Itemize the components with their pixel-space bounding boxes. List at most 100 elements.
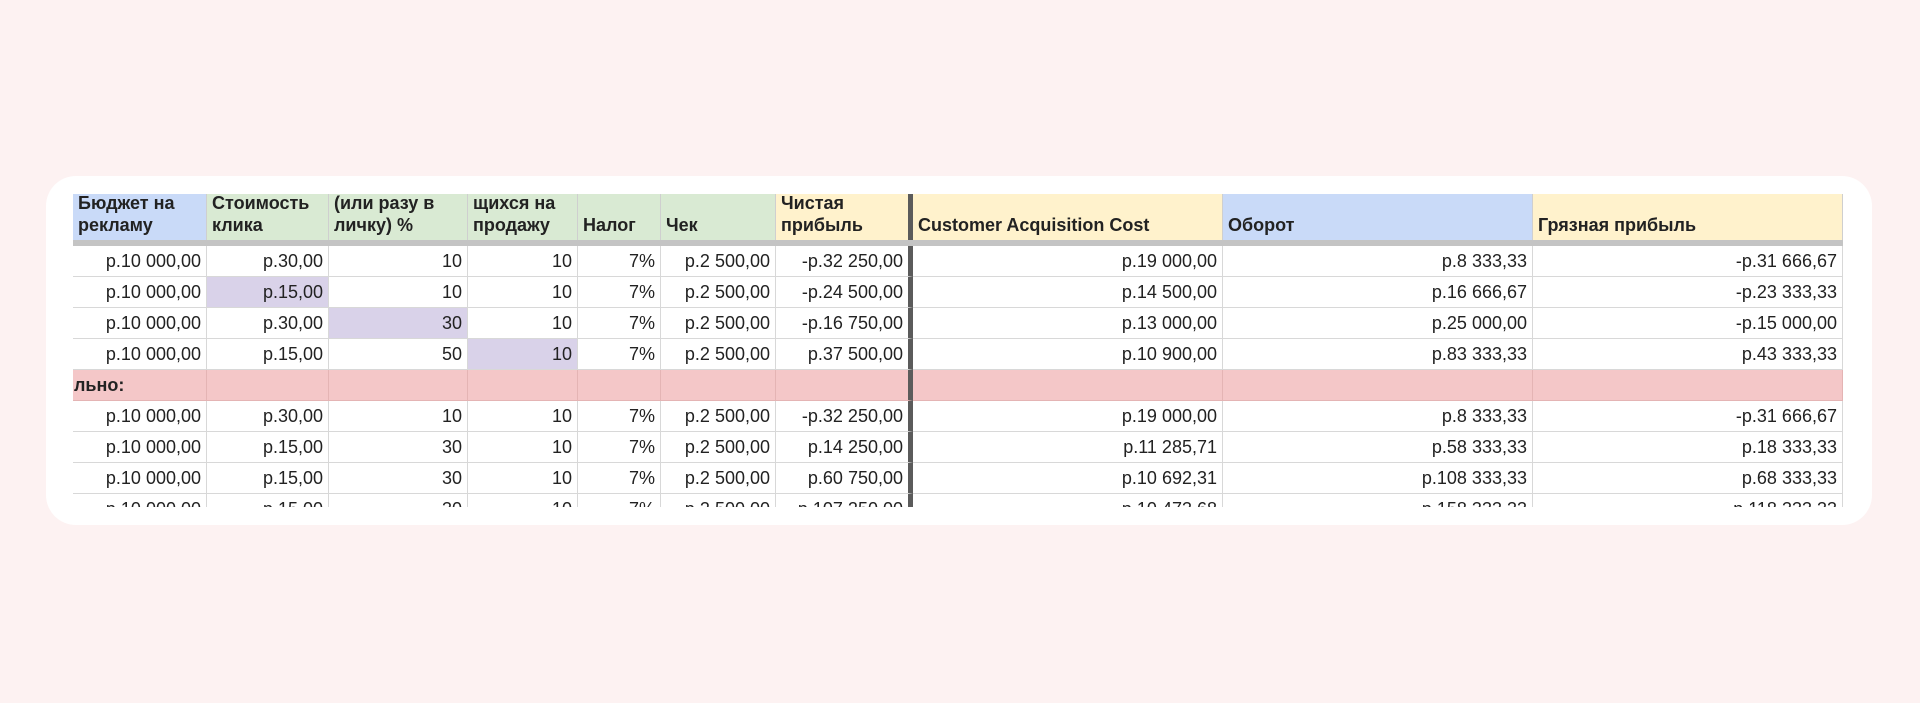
- cell-gross[interactable]: -р.31 666,67: [1533, 246, 1843, 277]
- cell-check[interactable]: р.2 500,00: [661, 432, 776, 463]
- cell-click[interactable]: р.30,00: [207, 401, 329, 432]
- column-header-net[interactable]: Чистая прибыль: [776, 194, 913, 240]
- cell-sales[interactable]: 10: [468, 246, 578, 277]
- section-cell[interactable]: [578, 370, 661, 401]
- cell-click[interactable]: р.30,00: [207, 246, 329, 277]
- cell-turnover[interactable]: р.158 333,33: [1223, 494, 1533, 507]
- cell-click[interactable]: р.30,00: [207, 308, 329, 339]
- cell-budget[interactable]: р.10 000,00: [73, 432, 207, 463]
- column-header-turnover[interactable]: Оборот: [1223, 194, 1533, 240]
- cell-budget[interactable]: р.10 000,00: [73, 463, 207, 494]
- cell-net[interactable]: р.14 250,00: [776, 432, 913, 463]
- cell-tax[interactable]: 7%: [578, 277, 661, 308]
- cell-cac[interactable]: р.11 285,71: [913, 432, 1223, 463]
- cell-budget[interactable]: р.10 000,00: [73, 308, 207, 339]
- cell-net[interactable]: р.107 250,00: [776, 494, 913, 507]
- cell-conv[interactable]: 30: [329, 494, 468, 507]
- cell-cac[interactable]: р.14 500,00: [913, 277, 1223, 308]
- cell-check[interactable]: р.2 500,00: [661, 463, 776, 494]
- cell-click[interactable]: р.15,00: [207, 277, 329, 308]
- cell-cac[interactable]: р.10 692,31: [913, 463, 1223, 494]
- cell-net[interactable]: -р.16 750,00: [776, 308, 913, 339]
- cell-turnover[interactable]: р.16 666,67: [1223, 277, 1533, 308]
- cell-check[interactable]: р.2 500,00: [661, 339, 776, 370]
- cell-gross[interactable]: р.118 333,33: [1533, 494, 1843, 507]
- cell-gross[interactable]: р.68 333,33: [1533, 463, 1843, 494]
- cell-check[interactable]: р.2 500,00: [661, 494, 776, 507]
- cell-cac[interactable]: р.19 000,00: [913, 401, 1223, 432]
- cell-sales[interactable]: 10: [468, 463, 578, 494]
- column-header-conv[interactable]: (или разу в личку) %: [329, 194, 468, 240]
- section-cell[interactable]: [913, 370, 1223, 401]
- cell-gross[interactable]: р.43 333,33: [1533, 339, 1843, 370]
- section-cell[interactable]: [1223, 370, 1533, 401]
- cell-click[interactable]: р.15,00: [207, 339, 329, 370]
- cell-gross[interactable]: -р.23 333,33: [1533, 277, 1843, 308]
- cell-cac[interactable]: р.10 473,68: [913, 494, 1223, 507]
- cell-cac[interactable]: р.19 000,00: [913, 246, 1223, 277]
- cell-budget[interactable]: р.10 000,00: [73, 277, 207, 308]
- section-cell[interactable]: [468, 370, 578, 401]
- cell-turnover[interactable]: р.8 333,33: [1223, 401, 1533, 432]
- section-cell[interactable]: [1533, 370, 1843, 401]
- cell-tax[interactable]: 7%: [578, 432, 661, 463]
- cell-tax[interactable]: 7%: [578, 494, 661, 507]
- cell-sales[interactable]: 10: [468, 401, 578, 432]
- cell-click[interactable]: р.15,00: [207, 463, 329, 494]
- cell-net[interactable]: -р.32 250,00: [776, 246, 913, 277]
- column-header-budget[interactable]: Бюджет на рекламу: [73, 194, 207, 240]
- cell-budget[interactable]: р.10 000,00: [73, 401, 207, 432]
- cell-tax[interactable]: 7%: [578, 339, 661, 370]
- cell-budget[interactable]: р.10 000,00: [73, 339, 207, 370]
- cell-conv[interactable]: 10: [329, 401, 468, 432]
- column-header-check[interactable]: Чек: [661, 194, 776, 240]
- cell-check[interactable]: р.2 500,00: [661, 401, 776, 432]
- cell-conv[interactable]: 30: [329, 308, 468, 339]
- cell-conv[interactable]: 30: [329, 463, 468, 494]
- column-header-gross[interactable]: Грязная прибыль: [1533, 194, 1843, 240]
- cell-budget[interactable]: р.10 000,00: [73, 494, 207, 507]
- cell-net[interactable]: -р.32 250,00: [776, 401, 913, 432]
- cell-net[interactable]: -р.24 500,00: [776, 277, 913, 308]
- section-row[interactable]: льно:: [73, 370, 1843, 401]
- cell-net[interactable]: р.37 500,00: [776, 339, 913, 370]
- cell-sales[interactable]: 10: [468, 494, 578, 507]
- cell-turnover[interactable]: р.8 333,33: [1223, 246, 1533, 277]
- cell-click[interactable]: р.15,00: [207, 494, 329, 507]
- cell-sales[interactable]: 10: [468, 308, 578, 339]
- cell-turnover[interactable]: р.58 333,33: [1223, 432, 1533, 463]
- cell-sales[interactable]: 10: [468, 277, 578, 308]
- cell-tax[interactable]: 7%: [578, 463, 661, 494]
- cell-check[interactable]: р.2 500,00: [661, 246, 776, 277]
- cell-tax[interactable]: 7%: [578, 246, 661, 277]
- cell-conv[interactable]: 10: [329, 277, 468, 308]
- cell-budget[interactable]: р.10 000,00: [73, 246, 207, 277]
- cell-conv[interactable]: 10: [329, 246, 468, 277]
- column-header-cac[interactable]: Customer Acquisition Cost: [913, 194, 1223, 240]
- cell-turnover[interactable]: р.83 333,33: [1223, 339, 1533, 370]
- section-cell[interactable]: [776, 370, 913, 401]
- cell-cac[interactable]: р.10 900,00: [913, 339, 1223, 370]
- cell-gross[interactable]: -р.31 666,67: [1533, 401, 1843, 432]
- cell-gross[interactable]: -р.15 000,00: [1533, 308, 1843, 339]
- cell-turnover[interactable]: р.25 000,00: [1223, 308, 1533, 339]
- cell-turnover[interactable]: р.108 333,33: [1223, 463, 1533, 494]
- cell-click[interactable]: р.15,00: [207, 432, 329, 463]
- cell-tax[interactable]: 7%: [578, 401, 661, 432]
- cell-conv[interactable]: 50: [329, 339, 468, 370]
- section-cell[interactable]: [661, 370, 776, 401]
- cell-tax[interactable]: 7%: [578, 308, 661, 339]
- column-header-sales[interactable]: щихся на продажу: [468, 194, 578, 240]
- column-header-click[interactable]: Стоимость клика: [207, 194, 329, 240]
- cell-check[interactable]: р.2 500,00: [661, 308, 776, 339]
- cell-sales[interactable]: 10: [468, 432, 578, 463]
- cell-cac[interactable]: р.13 000,00: [913, 308, 1223, 339]
- cell-net[interactable]: р.60 750,00: [776, 463, 913, 494]
- cell-conv[interactable]: 30: [329, 432, 468, 463]
- column-header-tax[interactable]: Налог: [578, 194, 661, 240]
- section-cell[interactable]: [207, 370, 329, 401]
- spreadsheet-grid[interactable]: Бюджет на рекламу Стоимость клика (или разу …: [73, 194, 1872, 507]
- cell-check[interactable]: р.2 500,00: [661, 277, 776, 308]
- section-cell[interactable]: [329, 370, 468, 401]
- cell-gross[interactable]: р.18 333,33: [1533, 432, 1843, 463]
